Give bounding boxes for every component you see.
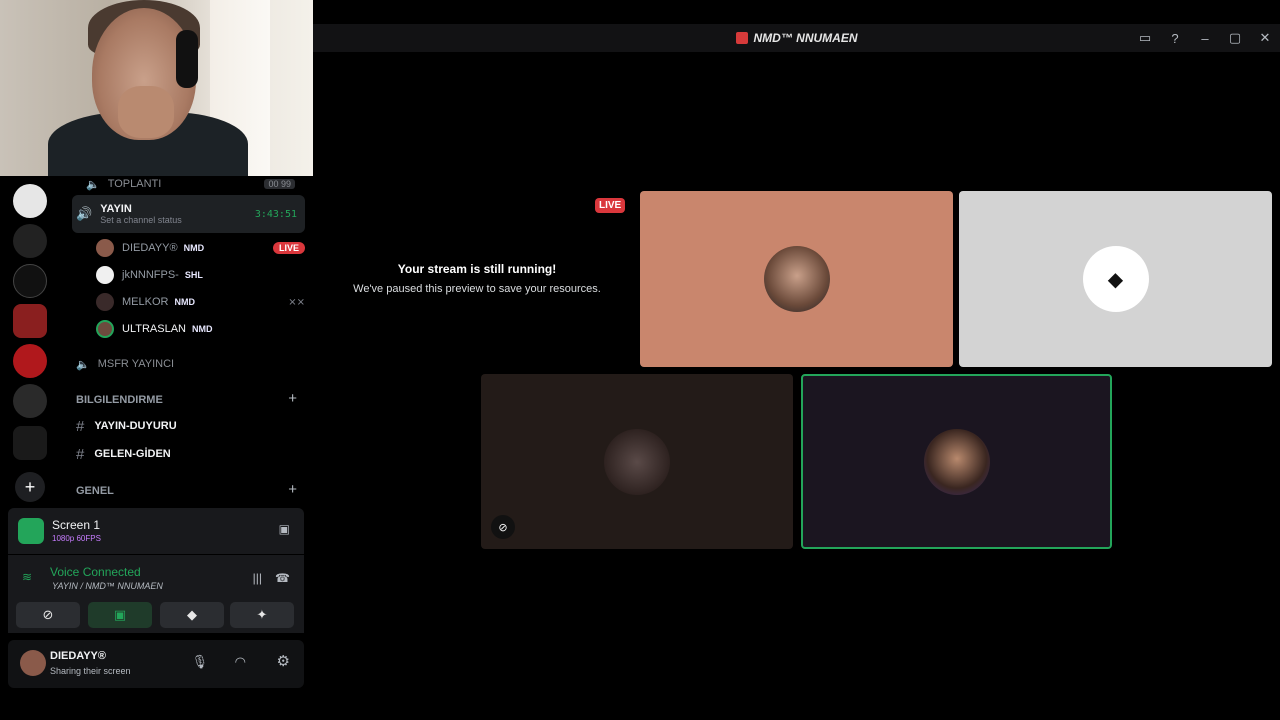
minimize-button[interactable]: – bbox=[1190, 24, 1220, 52]
activities-button[interactable]: ◆ bbox=[160, 602, 224, 628]
add-channel-icon[interactable]: + bbox=[288, 390, 297, 407]
paused-title: Your stream is still running! bbox=[397, 262, 557, 276]
voice-user[interactable]: DIEDAYY® NMD LIVE bbox=[96, 237, 305, 259]
voice-user[interactable]: MELKOR NMD ⨯⨯ bbox=[96, 291, 305, 313]
channel-list: 🔈 TOPLANTI 00 99 🔊 YAYIN Set a channel s… bbox=[62, 176, 313, 506]
avatar bbox=[604, 428, 670, 495]
webcam-overlay bbox=[0, 0, 313, 176]
speaker-icon: 🔈 bbox=[76, 358, 90, 371]
avatar bbox=[96, 293, 114, 311]
paused-subtitle: We've paused this preview to save your r… bbox=[353, 283, 601, 295]
avatar[interactable] bbox=[20, 650, 46, 676]
server-folder-icon[interactable] bbox=[13, 426, 47, 460]
server-icon-2[interactable] bbox=[13, 224, 47, 258]
window-title: NMD™ NNUMAEN bbox=[753, 31, 858, 45]
avatar bbox=[763, 246, 830, 312]
category-bilgilendirme[interactable]: BILGILENDIRME bbox=[76, 394, 163, 406]
signal-icon[interactable]: ≋ bbox=[22, 570, 32, 584]
participant-tile[interactable] bbox=[640, 191, 953, 367]
close-button[interactable]: ✕ bbox=[1250, 24, 1280, 52]
category-genel[interactable]: GENEL bbox=[76, 485, 114, 497]
avatar bbox=[96, 266, 114, 284]
server-icon-4[interactable] bbox=[13, 304, 47, 338]
channel-msfr[interactable]: 🔈 MSFR YAYINCI bbox=[72, 354, 305, 374]
deafened-icon: ⊘ bbox=[491, 515, 515, 539]
participant-tile[interactable]: ⊘ bbox=[481, 374, 793, 549]
window-titlebar: NMD™ NNUMAEN ▭ ? – ▢ ✕ bbox=[313, 24, 1280, 52]
participant-tile-speaking[interactable] bbox=[801, 374, 1112, 549]
hash-icon: # bbox=[76, 417, 85, 435]
muted-icon: ⨯⨯ bbox=[288, 296, 305, 308]
voice-user[interactable]: ULTRASLAN NMD bbox=[96, 318, 305, 340]
help-icon[interactable]: ? bbox=[1160, 24, 1190, 52]
app-root: NMD™ NNUMAEN ▭ ? – ▢ ✕ + 🔈 TOPLANTI 00 9… bbox=[0, 0, 1280, 720]
user-panel: DIEDAYY® Sharing their screen 🎙 ◠ ⚙ bbox=[8, 640, 304, 688]
camera-off-button[interactable]: ⊘ bbox=[16, 602, 80, 628]
maximize-button[interactable]: ▢ bbox=[1220, 24, 1250, 52]
voice-status[interactable]: Voice Connected bbox=[50, 565, 141, 579]
server-icon bbox=[735, 32, 748, 44]
speaker-active-icon: 🔊 bbox=[76, 206, 93, 221]
server-icon-6[interactable] bbox=[13, 384, 47, 418]
live-badge: LIVE bbox=[595, 198, 626, 213]
avatar bbox=[96, 320, 114, 338]
avatar bbox=[96, 239, 114, 257]
avatar: ◆ bbox=[1082, 246, 1149, 312]
stop-stream-icon[interactable]: ▣ bbox=[279, 522, 290, 536]
screen-share-button[interactable]: ▣ bbox=[88, 602, 152, 628]
avatar bbox=[923, 428, 990, 495]
noise-suppression-icon[interactable]: ||| bbox=[253, 571, 262, 585]
channel-toplanti[interactable]: 🔈 TOPLANTI 00 99 bbox=[72, 176, 305, 192]
server-icon-1[interactable] bbox=[13, 184, 47, 218]
text-channel[interactable]: # GELEN-GİDEN bbox=[72, 444, 305, 464]
hash-icon: # bbox=[76, 445, 85, 463]
add-channel-icon[interactable]: + bbox=[288, 481, 297, 498]
stream-area: LIVE Your stream is still running! We've… bbox=[313, 52, 1280, 694]
screen-share-icon bbox=[18, 518, 44, 544]
server-icon-3[interactable] bbox=[13, 264, 47, 298]
speaker-icon: 🔈 bbox=[86, 178, 100, 191]
headphones-icon[interactable]: ◠ bbox=[235, 654, 246, 670]
soundboard-button[interactable]: ✦ bbox=[230, 602, 294, 628]
server-icon-5[interactable] bbox=[13, 344, 47, 378]
text-channel[interactable]: # YAYIN-DUYURU bbox=[72, 416, 305, 436]
gear-icon[interactable]: ⚙ bbox=[277, 652, 290, 670]
call-timer: 3:43:51 bbox=[254, 208, 297, 220]
channel-yayin[interactable]: 🔊 YAYIN Set a channel status 3:43:51 bbox=[72, 195, 305, 233]
live-badge: LIVE bbox=[272, 242, 305, 254]
screen-share-panel: Screen 1 1080p 60FPS ▣ bbox=[8, 508, 304, 554]
voice-connected-panel: ≋ Voice Connected YAYIN / NMD™ NNUMAEN |… bbox=[8, 555, 304, 633]
headset bbox=[176, 30, 198, 88]
participant-tile[interactable]: ◆ bbox=[959, 191, 1272, 367]
disconnect-icon[interactable]: ☎ bbox=[275, 571, 290, 585]
add-server-icon[interactable]: + bbox=[15, 472, 45, 502]
microphone-icon[interactable]: 🎙 bbox=[191, 654, 208, 670]
inbox-icon[interactable]: ▭ bbox=[1130, 24, 1160, 52]
voice-user[interactable]: jkNNNFPS- SHL bbox=[96, 264, 305, 286]
